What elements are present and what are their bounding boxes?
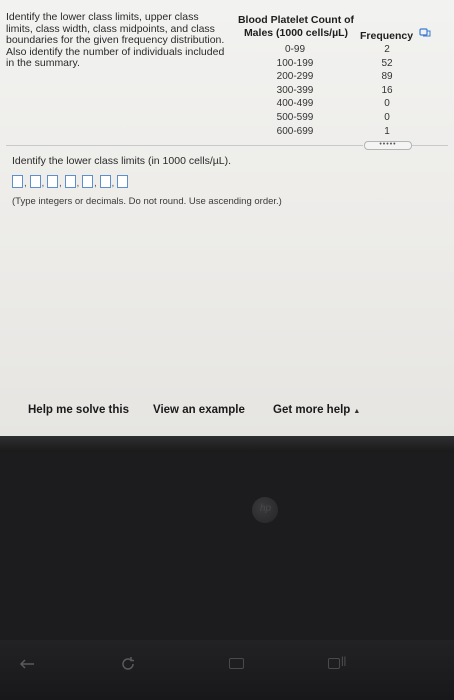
table-header-frequency: Frequency xyxy=(360,30,414,42)
problem-line: in the summary. xyxy=(6,57,80,70)
table-header-platelet: Blood Platelet Count of Males (1000 cell… xyxy=(236,14,356,40)
table-cell: 0 xyxy=(384,98,390,110)
table-cell: 0 xyxy=(384,111,390,123)
help-me-solve-button[interactable]: Help me solve this xyxy=(28,404,129,416)
refresh-icon xyxy=(122,657,134,670)
class-range-column: 0-99 100-199 200-299 300-399 400-499 500… xyxy=(260,43,330,138)
back-arrow-icon xyxy=(19,659,34,669)
table-cell: 16 xyxy=(381,84,393,96)
table-cell: 500-599 xyxy=(276,111,314,123)
problem-statement: Identify the lower class limits, upper c… xyxy=(6,11,234,70)
section-divider xyxy=(6,145,363,146)
answer-input-box[interactable] xyxy=(12,175,23,188)
hp-logo-icon: hp xyxy=(252,497,278,523)
answer-separator: , xyxy=(111,178,115,189)
browser-screen: Identify the lower class limits, upper c… xyxy=(0,0,454,436)
frequency-column: 2 52 89 16 0 0 1 xyxy=(374,43,400,138)
header-line: Males (1000 cells/µL) xyxy=(243,27,349,39)
answer-separator: , xyxy=(24,178,27,189)
fullscreen-icon xyxy=(229,658,244,669)
problem-line: Identify the lower class limits, upper c… xyxy=(6,11,199,23)
caret-up-icon: ▲ xyxy=(353,408,361,415)
table-cell: 0-99 xyxy=(284,44,305,55)
answer-separator: , xyxy=(41,178,45,189)
table-cell: 200-299 xyxy=(276,71,314,83)
answer-input-box[interactable] xyxy=(117,175,128,188)
table-cell: 300-399 xyxy=(276,84,314,96)
table-cell: 89 xyxy=(381,71,393,83)
expand-toggle-button[interactable]: ••••• xyxy=(364,141,412,150)
laptop-hinge xyxy=(0,436,454,452)
answer-input-box[interactable] xyxy=(99,175,111,188)
answer-separator: , xyxy=(94,178,97,189)
overview-icon xyxy=(328,658,340,669)
table-cell: 100-199 xyxy=(276,57,314,69)
view-example-button[interactable]: View an example xyxy=(153,404,245,416)
table-cell: 52 xyxy=(381,57,393,69)
table-cell: 400-499 xyxy=(276,98,314,110)
get-more-help-label: Get more help xyxy=(273,404,351,416)
header-line: Blood Platelet Count of xyxy=(237,14,355,26)
get-more-help-button[interactable]: Get more help ▲ xyxy=(273,404,360,416)
answer-input-box[interactable] xyxy=(29,175,41,188)
answer-hint: (Type integers or decimals. Do not round… xyxy=(12,196,282,207)
overview-icon-bars: || xyxy=(341,656,347,667)
answer-input-box[interactable] xyxy=(47,175,58,188)
answer-separator: , xyxy=(59,178,62,189)
keyboard-function-row: || xyxy=(0,640,454,700)
table-cell: 1 xyxy=(384,125,390,137)
table-cell: 600-699 xyxy=(276,125,314,137)
answer-separator: , xyxy=(76,178,80,189)
answer-input-box[interactable] xyxy=(64,175,76,188)
table-cell: 2 xyxy=(384,44,390,55)
answer-input-box[interactable] xyxy=(82,175,93,188)
section-divider xyxy=(412,145,448,146)
copy-icon[interactable] xyxy=(419,28,431,37)
question-prompt: Identify the lower class limits (in 1000… xyxy=(12,155,232,167)
